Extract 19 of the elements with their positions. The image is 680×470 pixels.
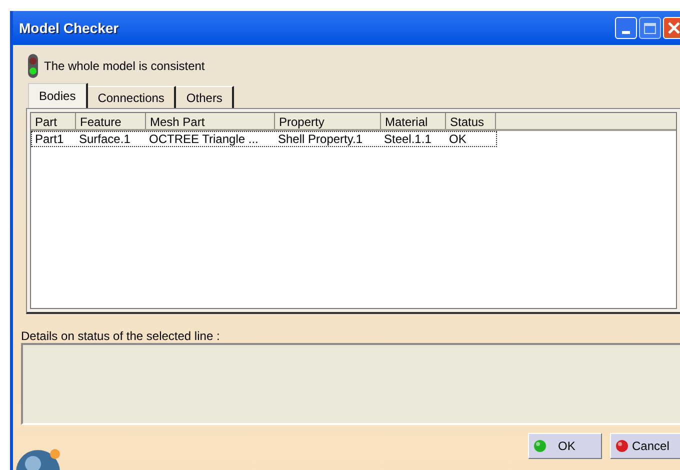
table-cell-text: Part1 (34, 132, 65, 146)
window-title: Model Checker (19, 18, 119, 38)
column-header[interactable]: Feature (76, 113, 146, 129)
table-row[interactable]: Part1 Surface.1 OCTREE Triangle ... Shell Property.1 Steel.1.1 OK (31, 131, 497, 147)
cancel-button[interactable]: Cancel (610, 433, 680, 459)
table-cell-text: Surface.1 (78, 132, 132, 146)
status-message: The whole model is consistent (44, 58, 205, 75)
column-header[interactable]: Part (31, 113, 76, 129)
table-cell-text: OK (448, 132, 468, 146)
ok-button[interactable]: OK (528, 433, 602, 459)
table-cell-text: Steel.1.1 (383, 132, 432, 146)
table-cell-text: OCTREE Triangle ... (148, 132, 260, 146)
column-header[interactable]: Material (381, 113, 446, 129)
column-header[interactable]: Property (275, 113, 381, 129)
details-label: Details on status of the selected line : (21, 328, 221, 343)
tab[interactable]: Bodies (28, 83, 88, 108)
column-header[interactable]: Status (446, 113, 496, 129)
table-cell-text: Shell Property.1 (277, 132, 364, 146)
column-header[interactable]: Mesh Part (146, 113, 275, 129)
